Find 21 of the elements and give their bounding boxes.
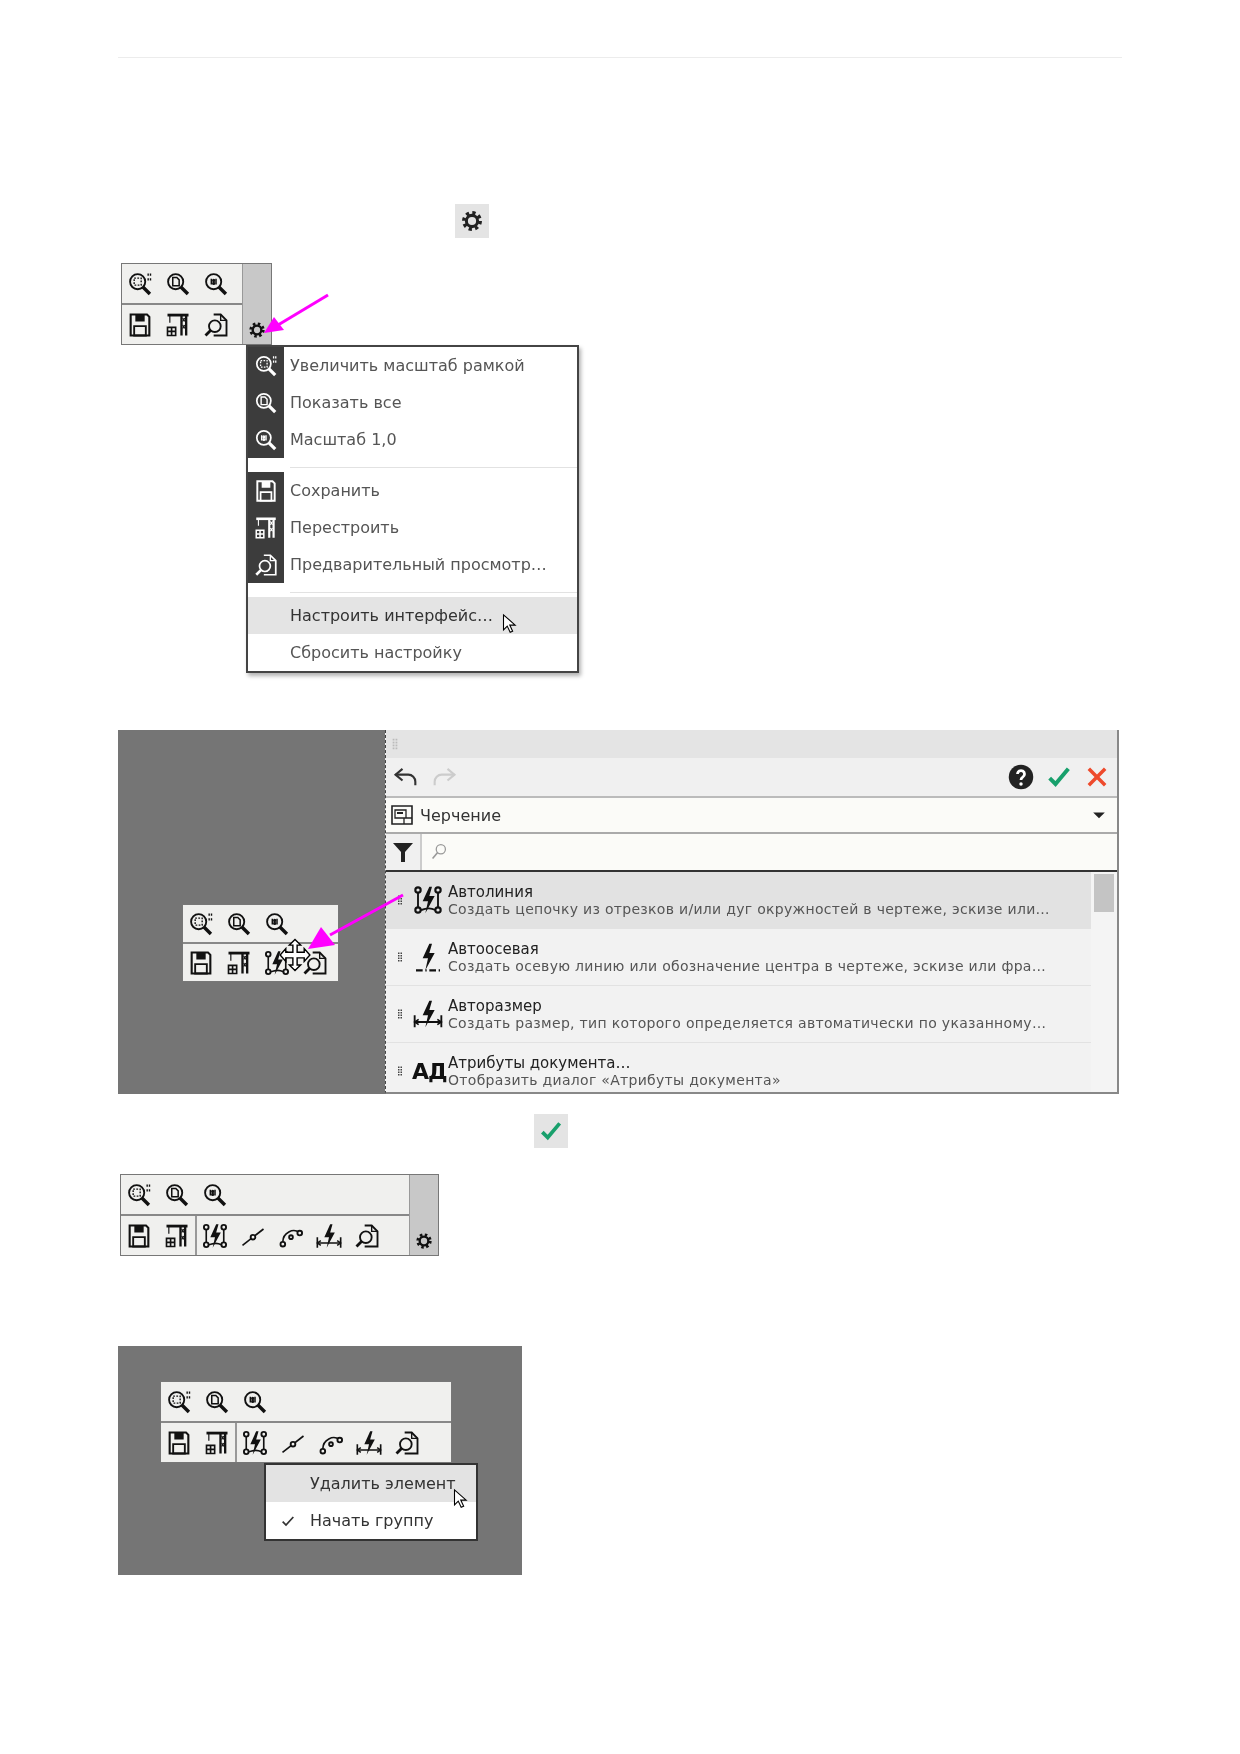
menu-item[interactable]: Начать группу <box>266 1502 476 1539</box>
menu-item[interactable]: Перестроить <box>248 509 577 546</box>
menu-item[interactable]: Сбросить настройку <box>248 634 577 671</box>
command-description: Создать осевую линию или обозначение центра в чертеже, эскизе или фра… <box>448 958 1047 974</box>
menu-item[interactable]: Увеличить масштаб рамкой <box>248 347 577 384</box>
menu-item[interactable]: Настроить интерфейс… <box>248 597 577 634</box>
command-title: Авторазмер <box>448 997 543 1015</box>
command-title: Атрибуты документа… <box>448 1054 632 1072</box>
menu-item[interactable]: Предварительный просмотр… <box>248 546 577 583</box>
menu-item[interactable]: Масштаб 1,0 <box>248 421 577 458</box>
menu-item[interactable]: Удалить элемент <box>266 1465 476 1502</box>
command-row[interactable]: Автолиния Создать цепочку из отрезков и/или дуг окружностей в чертеже, эскизе или… <box>386 872 1091 929</box>
command-description: Создать размер, тип которого определяется автоматически по указанному… <box>448 1015 1047 1031</box>
menu-item[interactable]: Сохранить <box>248 472 577 509</box>
dropdown-value: Черчение <box>420 805 502 825</box>
category-dropdown[interactable]: Черчение <box>386 798 1117 834</box>
command-title: Автоосевая <box>448 940 540 958</box>
command-title: Автолиния <box>448 883 534 901</box>
command-description: Отобразить диалог «Атрибуты документа» <box>448 1072 781 1088</box>
command-description: Создать цепочку из отрезков и/или дуг окружностей в чертеже, эскизе или… <box>448 901 1050 917</box>
menu-item[interactable]: Показать все <box>248 384 577 421</box>
